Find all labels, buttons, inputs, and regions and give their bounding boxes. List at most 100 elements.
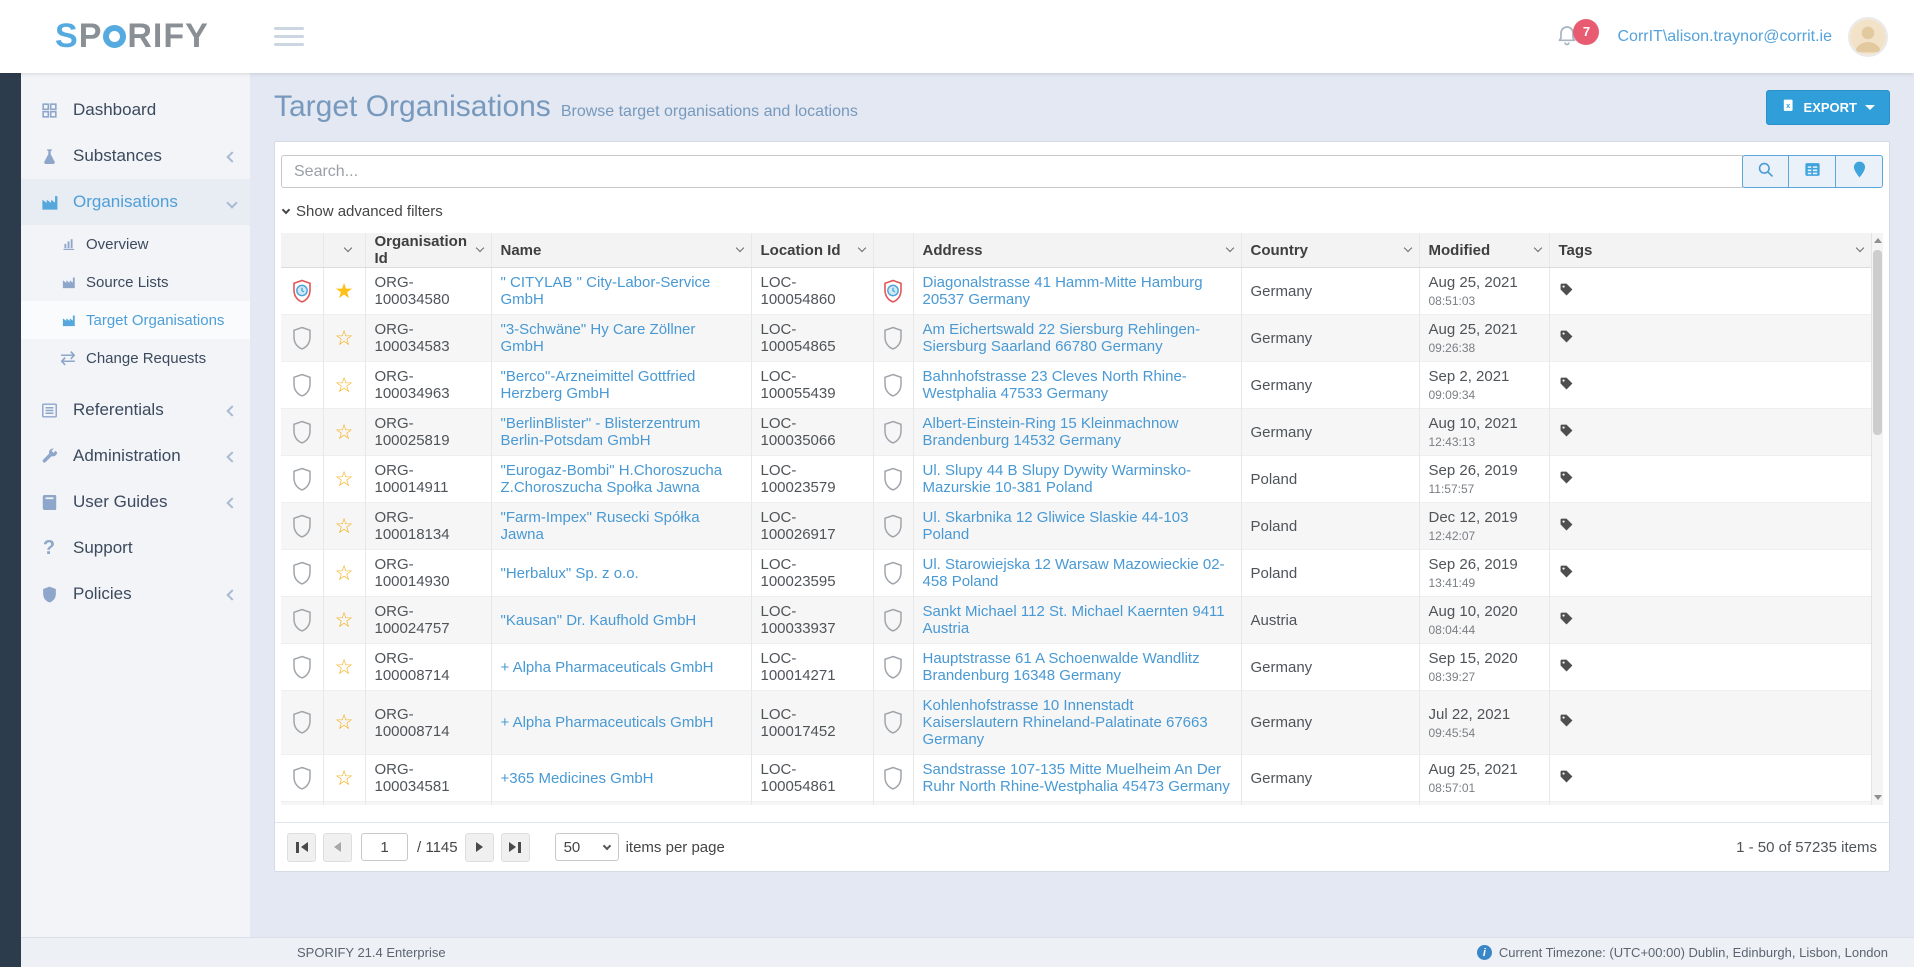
address-link[interactable]: Am Eichertswald 22 Siersburg Rehlingen-S… — [923, 321, 1201, 355]
sidebar-item-substances[interactable]: Substances — [21, 133, 250, 179]
favorite-star[interactable]: ☆ — [323, 315, 365, 362]
org-name-link[interactable]: "Herbalux" Sp. z o.o. — [501, 565, 639, 582]
org-name-link[interactable]: +365 Medicines GmbH — [501, 770, 654, 787]
favorite-star[interactable]: ☆ — [323, 755, 365, 802]
address-link[interactable]: Ul. Slupy 44 B Slupy Dywity Warminsko-Ma… — [923, 462, 1192, 496]
address-link[interactable]: Ul. Starowiejska 12 Warsaw Mazowieckie 0… — [923, 556, 1225, 590]
favorite-star[interactable]: ☆ — [323, 597, 365, 644]
sidebar-item-administration[interactable]: Administration — [21, 433, 250, 479]
address-link[interactable]: Ul. Skarbnika 12 Gliwice Slaskie 44-103 … — [923, 509, 1189, 543]
favorite-star[interactable]: ☆ — [323, 550, 365, 597]
map-view-button[interactable] — [1836, 155, 1883, 188]
address-link[interactable]: Sankt Michael 112 St. Michael Kaernten 9… — [923, 603, 1225, 637]
column-menu-icon[interactable] — [1225, 244, 1233, 252]
sidebar-item-overview[interactable]: Overview — [21, 225, 250, 263]
star-icon[interactable]: ☆ — [335, 374, 354, 397]
star-icon[interactable]: ☆ — [335, 421, 354, 444]
star-icon[interactable]: ☆ — [335, 327, 354, 350]
header-name[interactable]: Name — [491, 233, 751, 268]
address-link[interactable]: Sandstrasse 107-135 Mitte Muelheim An De… — [923, 761, 1230, 795]
favorite-star[interactable]: ☆ — [323, 802, 365, 806]
grid-view-button[interactable] — [1789, 155, 1836, 188]
star-icon[interactable]: ☆ — [335, 711, 354, 734]
column-menu-icon[interactable] — [1403, 244, 1411, 252]
header-tags[interactable]: Tags — [1549, 233, 1871, 268]
org-name-link[interactable]: " CITYLAB " City-Labor-Service GmbH — [501, 274, 711, 308]
column-menu-icon[interactable] — [857, 244, 865, 252]
tag-icon[interactable] — [1559, 519, 1574, 536]
org-name-link[interactable]: + Alpha Pharmaceuticals GmbH — [501, 714, 714, 731]
user-account-menu[interactable]: CorrIT\alison.traynor@corrit.ie — [1617, 28, 1832, 46]
org-name-link[interactable]: "3-Schwäne" Hy Care Zöllner GmbH — [501, 321, 696, 355]
header-address[interactable]: Address — [913, 233, 1241, 268]
advanced-filters-toggle[interactable]: Show advanced filters — [275, 194, 535, 233]
last-page-button[interactable] — [501, 833, 530, 862]
tag-icon[interactable] — [1559, 660, 1574, 677]
column-menu-icon[interactable] — [1856, 244, 1864, 252]
next-page-button[interactable] — [465, 833, 494, 862]
sidebar-item-organisations[interactable]: Organisations — [21, 179, 250, 225]
sidebar-item-policies[interactable]: Policies — [21, 571, 250, 617]
org-name-link[interactable]: "BerlinBlister" - Blisterzentrum Berlin-… — [501, 415, 701, 449]
header-modified[interactable]: Modified — [1419, 233, 1549, 268]
header-location-id[interactable]: Location Id — [751, 233, 873, 268]
search-input[interactable] — [281, 155, 1743, 188]
tag-icon[interactable] — [1559, 566, 1574, 583]
address-link[interactable]: Bahnhofstrasse 23 Cleves North Rhine-Wes… — [923, 368, 1187, 402]
org-name-link[interactable]: "Farm-Impex" Rusecki Spółka Jawna — [501, 509, 700, 543]
star-icon[interactable]: ☆ — [335, 609, 354, 632]
notifications-button[interactable]: 7 — [1555, 22, 1601, 52]
tag-icon[interactable] — [1559, 425, 1574, 442]
search-button[interactable] — [1742, 155, 1789, 188]
org-name-link[interactable]: "Berco"-Arzneimittel Gottfried Herzberg … — [501, 368, 696, 402]
favorite-star[interactable]: ☆ — [323, 503, 365, 550]
tag-icon[interactable] — [1559, 284, 1574, 301]
previous-page-button[interactable] — [323, 833, 352, 862]
column-menu-icon[interactable] — [343, 244, 351, 252]
star-icon[interactable]: ☆ — [335, 562, 354, 585]
sidebar-item-support[interactable]: ?Support — [21, 525, 250, 571]
header-organisation-id[interactable]: Organisation Id — [365, 233, 491, 268]
page-number-input[interactable] — [361, 833, 408, 861]
first-page-button[interactable] — [287, 833, 316, 862]
favorite-star[interactable]: ★ — [323, 268, 365, 315]
avatar[interactable] — [1848, 17, 1888, 57]
tag-icon[interactable] — [1559, 472, 1574, 489]
tag-icon[interactable] — [1559, 613, 1574, 630]
column-menu-icon[interactable] — [475, 244, 483, 252]
sidebar-item-referentials[interactable]: Referentials — [21, 387, 250, 433]
org-name-link[interactable]: "Kausan" Dr. Kaufhold GmbH — [501, 612, 697, 629]
scrollbar-thumb[interactable] — [1873, 250, 1882, 435]
sidebar-item-user-guides[interactable]: User Guides — [21, 479, 250, 525]
favorite-star[interactable]: ☆ — [323, 409, 365, 456]
header-star-column[interactable] — [323, 233, 365, 268]
column-menu-icon[interactable] — [735, 244, 743, 252]
sidebar-item-target-organisations[interactable]: Target Organisations — [21, 301, 250, 339]
scroll-down-button[interactable] — [1872, 790, 1883, 805]
org-name-link[interactable]: + Alpha Pharmaceuticals GmbH — [501, 659, 714, 676]
org-name-link[interactable]: "Eurogaz-Bombi" H.Choroszucha Z.Choroszu… — [501, 462, 723, 496]
sidebar-item-dashboard[interactable]: Dashboard — [21, 87, 250, 133]
tag-icon[interactable] — [1559, 331, 1574, 348]
scroll-up-button[interactable] — [1872, 233, 1883, 248]
page-size-select[interactable]: 50 — [555, 833, 619, 861]
tag-icon[interactable] — [1559, 715, 1574, 732]
address-link[interactable]: Albert-Einstein-Ring 15 Kleinmachnow Bra… — [923, 415, 1179, 449]
star-icon[interactable]: ☆ — [335, 515, 354, 538]
sidebar-item-source-lists[interactable]: Source Lists — [21, 263, 250, 301]
star-icon[interactable]: ★ — [335, 280, 354, 303]
tag-icon[interactable] — [1559, 378, 1574, 395]
address-link[interactable]: Diagonalstrasse 41 Hamm-Mitte Hamburg 20… — [923, 274, 1203, 308]
menu-toggle-icon[interactable] — [274, 27, 304, 46]
star-icon[interactable]: ☆ — [335, 767, 354, 790]
header-country[interactable]: Country — [1241, 233, 1419, 268]
favorite-star[interactable]: ☆ — [323, 362, 365, 409]
sidebar-item-change-requests[interactable]: ⇄Change Requests — [21, 339, 250, 377]
favorite-star[interactable]: ☆ — [323, 691, 365, 755]
app-logo[interactable]: SPRIFY — [55, 17, 209, 56]
vertical-scrollbar[interactable] — [1871, 233, 1883, 805]
address-link[interactable]: Kohlenhofstrasse 10 Innenstadt Kaisersla… — [923, 697, 1208, 748]
export-button[interactable]: x EXPORT — [1766, 90, 1890, 125]
column-menu-icon[interactable] — [1533, 244, 1541, 252]
favorite-star[interactable]: ☆ — [323, 644, 365, 691]
